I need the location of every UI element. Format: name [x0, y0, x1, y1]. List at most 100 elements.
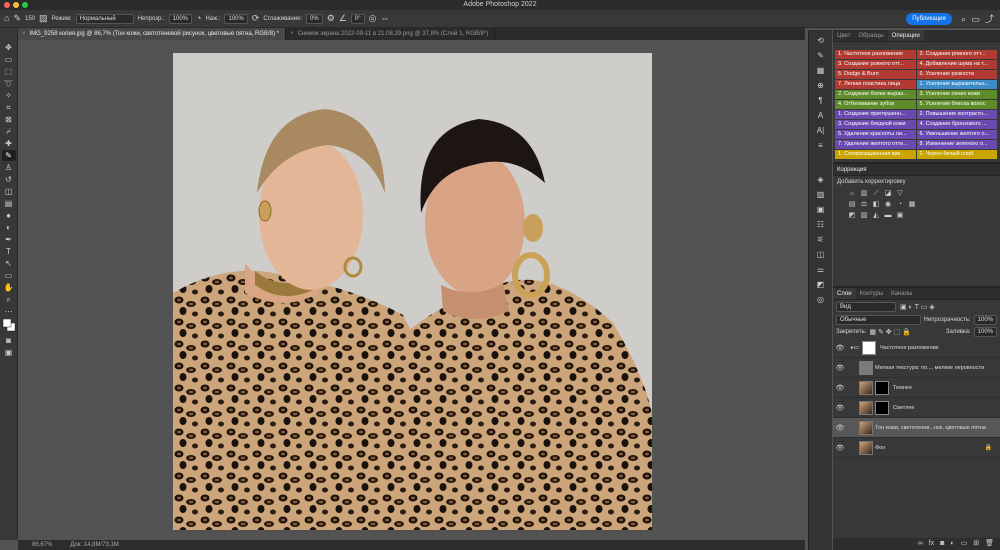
action-item[interactable]: 5. Dodge & Burn: [835, 70, 916, 79]
add-mask-icon[interactable]: ◙: [940, 538, 944, 550]
eye-icon[interactable]: 👁: [833, 424, 847, 432]
screen-mode-icon[interactable]: ▣: [2, 347, 16, 358]
tab-color[interactable]: Цвет: [833, 30, 854, 41]
layer-thumbnail[interactable]: [859, 440, 873, 455]
layer-mask-thumbnail[interactable]: [861, 340, 876, 355]
action-item[interactable]: 2. Повышение контрастн...: [916, 110, 997, 119]
opacity-input[interactable]: 100%: [168, 13, 192, 24]
document-tab[interactable]: × Снимок экрана 2022-09-11 в 21.08.29.png…: [286, 28, 496, 40]
layer-thumbnail[interactable]: [859, 360, 873, 375]
new-layer-icon[interactable]: ⊞: [973, 538, 979, 550]
color-lookup-icon[interactable]: ▦: [907, 200, 917, 209]
history-brush-icon[interactable]: ↺: [2, 174, 16, 185]
lock-icons[interactable]: ▦ ✎ ✥ ⬚ 🔒: [869, 328, 910, 336]
tab-channels[interactable]: Каналы: [887, 288, 916, 299]
layer-thumbnail[interactable]: [859, 380, 873, 395]
paragraph-icon[interactable]: ≡: [813, 139, 829, 153]
zoom-level[interactable]: 86,67%: [32, 540, 52, 550]
layer-row[interactable]: 👁 Тон кожи, светотенев...нок, цветовые пя…: [833, 418, 1000, 438]
stamp-tool-icon[interactable]: ♙: [2, 162, 16, 173]
photo-filter-icon[interactable]: ◉: [883, 200, 893, 209]
eye-icon[interactable]: 👁: [833, 344, 847, 352]
hue-saturation-icon[interactable]: ▤: [847, 200, 857, 209]
libraries-icon[interactable]: ◈: [813, 173, 829, 187]
trash-icon[interactable]: 🗑: [985, 538, 994, 550]
eraser-tool-icon[interactable]: ◫: [2, 186, 16, 197]
smoothing-input[interactable]: 0%: [306, 13, 323, 24]
brush-size-value[interactable]: 150: [25, 16, 35, 22]
tab-actions[interactable]: Операции: [887, 30, 924, 41]
3d-icon[interactable]: ◩: [813, 278, 829, 292]
link-icon[interactable]: ∞: [918, 538, 923, 550]
angle-icon[interactable]: ∠: [339, 14, 347, 23]
history-icon[interactable]: ⟲: [813, 34, 829, 48]
vibrance-icon[interactable]: ▽: [895, 189, 905, 198]
action-item[interactable]: 8. Изменение зеленого о...: [916, 140, 997, 149]
action-item[interactable]: 1. Частотное разложение: [835, 50, 916, 59]
zoom-tool-icon[interactable]: ⌕: [2, 294, 16, 305]
channel-mixer-icon[interactable]: ◔: [895, 200, 905, 209]
brush-tool-icon[interactable]: ✎: [13, 14, 21, 23]
action-item[interactable]: 2. Создание более выраз...: [835, 90, 916, 99]
brush-tool-icon[interactable]: ✎: [1, 150, 16, 161]
hand-tool-icon[interactable]: ✋: [2, 282, 16, 293]
tab-layers[interactable]: Слои: [833, 288, 856, 299]
frame-tool-icon[interactable]: ⊠: [2, 114, 16, 125]
timeline-icon[interactable]: ◎: [813, 293, 829, 307]
posterize-icon[interactable]: ▨: [859, 211, 869, 220]
levels-icon[interactable]: ▥: [859, 189, 869, 198]
type-tool-icon[interactable]: T: [2, 246, 16, 257]
selective-color-icon[interactable]: ▣: [895, 211, 905, 220]
document-tab-active[interactable]: × IMG_9258 копия.jpg @ 86,7% (Тон кожи, с…: [18, 28, 287, 40]
brush-settings-icon[interactable]: ▨: [39, 14, 48, 23]
folder-icon[interactable]: ▸▭: [851, 345, 859, 351]
layer-filter-select[interactable]: Вид: [836, 302, 896, 312]
share-icon[interactable]: ⤴: [985, 13, 994, 25]
black-white-icon[interactable]: ◧: [871, 200, 881, 209]
brightness-icon[interactable]: ☼: [847, 189, 857, 198]
shapes-icon[interactable]: ◫: [813, 248, 829, 262]
layer-row[interactable]: 👁 Темнее: [833, 378, 1000, 398]
workspace-icon[interactable]: ▭: [971, 13, 980, 25]
document-image[interactable]: [173, 53, 652, 530]
action-item[interactable]: 3. Создание ровного отт...: [835, 60, 916, 69]
action-item[interactable]: 5. Усиление блеска волос: [916, 100, 997, 109]
healing-tool-icon[interactable]: ✚: [2, 138, 16, 149]
fill-input[interactable]: 100%: [973, 327, 997, 337]
gear-icon[interactable]: ⚙: [327, 14, 335, 23]
pressure-size-icon[interactable]: ◎: [369, 14, 377, 23]
action-item[interactable]: 7. Удаление желтого отте...: [835, 140, 916, 149]
action-item[interactable]: 6. Усиление резкости: [916, 70, 997, 79]
action-item[interactable]: 4. Добавление шума на т...: [916, 60, 997, 69]
action-item[interactable]: 4. Отбеливание зубов: [835, 100, 916, 109]
layer-opacity-input[interactable]: 100%: [973, 315, 997, 325]
paragraph-styles-icon[interactable]: ¶: [813, 94, 829, 108]
properties-icon[interactable]: ☷: [813, 218, 829, 232]
action-item[interactable]: 3. Создание бледной кожи: [835, 120, 916, 129]
window-controls[interactable]: [4, 2, 28, 8]
info-icon[interactable]: ▣: [813, 203, 829, 217]
artboard-tool-icon[interactable]: ▭: [2, 54, 16, 65]
symmetry-icon[interactable]: ⇔: [381, 14, 390, 23]
pen-tool-icon[interactable]: ✒: [2, 234, 16, 245]
adjustment-layer-icon[interactable]: ◐: [950, 538, 954, 550]
layer-row[interactable]: 👁 Светлее: [833, 398, 1000, 418]
curves-icon[interactable]: ⟋: [871, 189, 881, 198]
glyphs-icon[interactable]: A: [813, 109, 829, 123]
layer-row[interactable]: 👁 Мелкая текстура: по..., мелкие неровнос…: [833, 358, 1000, 378]
navigator-icon[interactable]: ▨: [813, 188, 829, 202]
action-item[interactable]: 5. Удаление красноты ли...: [835, 130, 916, 139]
character-icon[interactable]: A|: [813, 124, 829, 138]
pressure-input[interactable]: 100%: [224, 13, 248, 24]
blur-tool-icon[interactable]: ●: [2, 210, 16, 221]
marquee-tool-icon[interactable]: ⬚: [2, 66, 16, 77]
pressure-opacity-icon[interactable]: ◔: [196, 14, 201, 23]
shape-tool-icon[interactable]: ▭: [2, 270, 16, 281]
gradient-map-icon[interactable]: ▬: [883, 211, 893, 220]
color-balance-icon[interactable]: ⚖: [859, 200, 869, 209]
layer-thumbnail[interactable]: [859, 400, 873, 415]
close-icon[interactable]: ×: [22, 31, 26, 37]
action-item[interactable]: 2. Черно-белый слой: [916, 150, 997, 159]
close-icon[interactable]: ×: [290, 31, 294, 37]
mode-select[interactable]: Нормальный: [75, 13, 134, 24]
